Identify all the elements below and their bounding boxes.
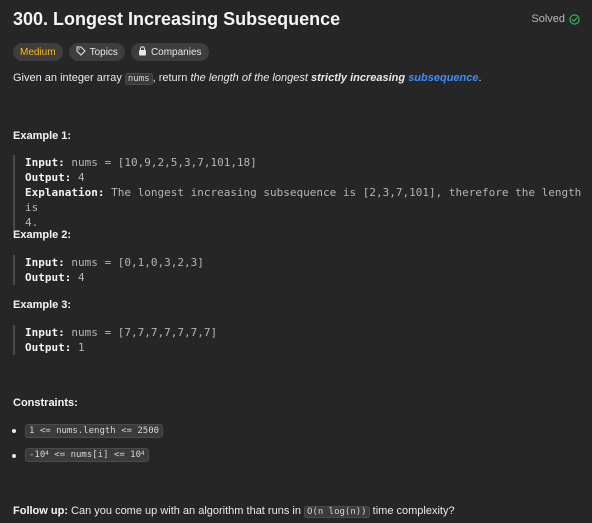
follow-up-label: Follow up: (13, 505, 68, 517)
bullet-icon (12, 429, 16, 433)
tag-icon (76, 46, 86, 59)
follow-up-text: time complexity? (369, 505, 455, 517)
example-output-line: Output: 4 (25, 270, 583, 285)
input-value: nums = [0,1,0,3,2,3] (64, 256, 204, 269)
output-value: 1 (71, 341, 85, 354)
output-label: Output: (25, 341, 72, 354)
solved-label: Solved (531, 13, 565, 25)
input-value: nums = [10,9,2,5,3,7,101,18] (64, 156, 257, 169)
constraint-text: -10 (29, 450, 46, 460)
example-explanation-line: Explanation: The longest increasing subs… (25, 185, 583, 215)
desc-italic: the length of the longest (190, 72, 311, 84)
example-3-title: Example 3: (13, 299, 72, 311)
follow-up: Follow up: Can you come up with an algor… (13, 505, 455, 518)
constraint-2: -104 <= nums[i] <= 104 (25, 448, 149, 462)
input-value: nums = [7,7,7,7,7,7,7] (64, 326, 218, 339)
output-label: Output: (25, 271, 72, 284)
tag-bar: Medium Topics Companies (13, 43, 209, 61)
check-circle-icon (569, 13, 580, 25)
difficulty-badge[interactable]: Medium (13, 43, 63, 61)
constraint-text: <= nums[i] <= 10 (48, 450, 142, 460)
problem-description: Given an integer array nums, return the … (13, 72, 482, 85)
constraints-title: Constraints: (13, 397, 78, 409)
desc-bold: strictly increasing (310, 72, 409, 84)
example-1-block: Input: nums = [10,9,2,5,3,7,101,18] Outp… (13, 155, 583, 230)
example-3-block: Input: nums = [7,7,7,7,7,7,7] Output: 1 (13, 325, 583, 355)
exponent: 4 (141, 450, 145, 457)
input-label: Input: (25, 156, 65, 169)
difficulty-label: Medium (20, 46, 56, 58)
subsequence-link[interactable]: subsequence (408, 72, 478, 84)
companies-label: Companies (150, 46, 202, 58)
lock-icon (138, 45, 147, 59)
solved-status: Solved (531, 13, 580, 25)
problem-title: 300. Longest Increasing Subsequence (13, 9, 341, 29)
example-input-line: Input: nums = [0,1,0,3,2,3] (25, 255, 583, 270)
example-explanation-line-2: 4. (25, 216, 39, 229)
example-1-title: Example 1: (13, 130, 72, 142)
output-label: Output: (25, 171, 72, 184)
example-input-line: Input: nums = [10,9,2,5,3,7,101,18] (25, 155, 583, 170)
topics-button[interactable]: Topics (68, 43, 125, 61)
topics-label: Topics (89, 46, 118, 58)
example-2-block: Input: nums = [0,1,0,3,2,3] Output: 4 (13, 255, 583, 285)
bullet-icon (12, 454, 16, 458)
companies-button[interactable]: Companies (130, 43, 209, 61)
complexity-code: O(n log(n)) (304, 506, 370, 518)
output-value: 4 (71, 171, 85, 184)
desc-text: . (478, 72, 482, 84)
example-output-line: Output: 4 (25, 170, 583, 185)
input-label: Input: (25, 326, 65, 339)
output-value: 4 (71, 271, 85, 284)
follow-up-text: Can you come up with an algorithm that r… (67, 505, 304, 517)
desc-text: Given an integer array (13, 72, 125, 84)
constraint-1: 1 <= nums.length <= 2500 (25, 424, 164, 438)
example-2-title: Example 2: (13, 229, 72, 241)
explanation-label: Explanation: (25, 186, 105, 199)
example-output-line: Output: 1 (25, 340, 583, 355)
example-input-line: Input: nums = [7,7,7,7,7,7,7] (25, 325, 583, 340)
explanation-value: The longest increasing subsequence is [2… (25, 186, 582, 214)
nums-code: nums (124, 73, 153, 85)
input-label: Input: (25, 256, 65, 269)
desc-text: , return (152, 72, 191, 84)
